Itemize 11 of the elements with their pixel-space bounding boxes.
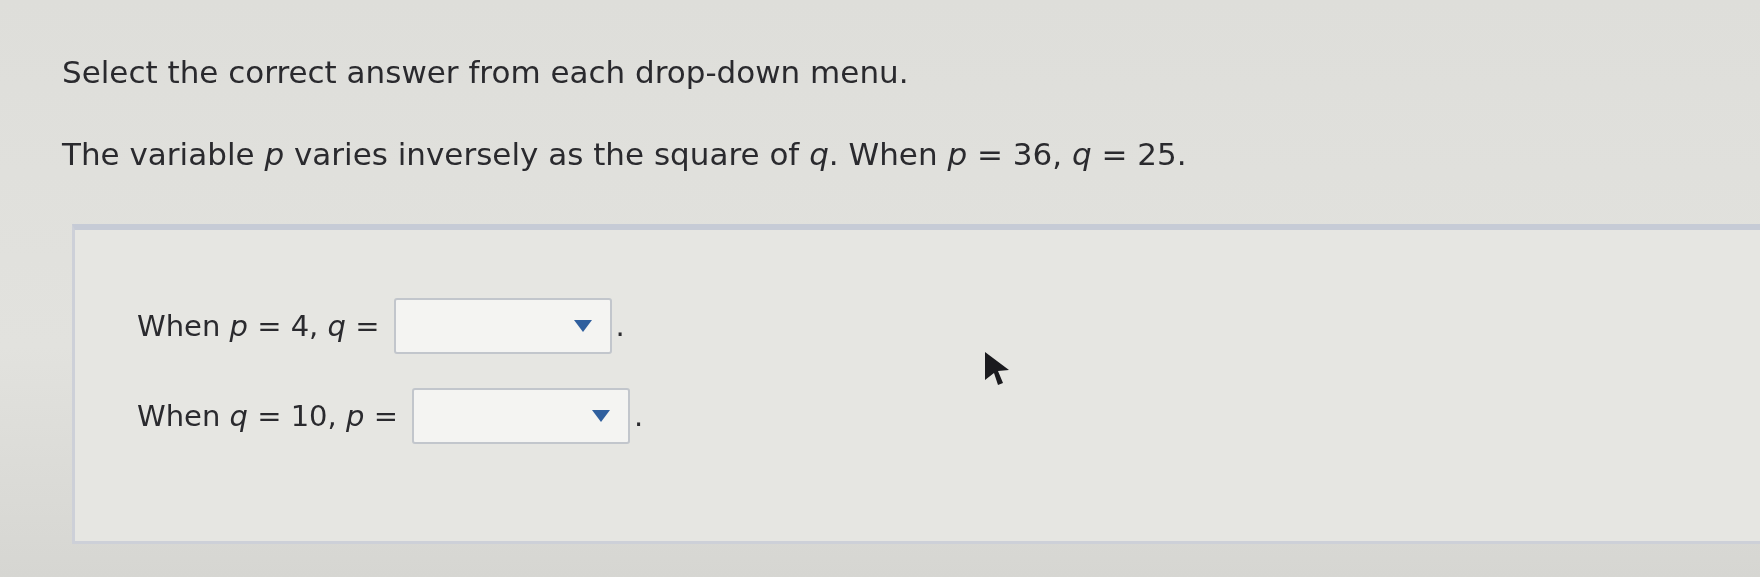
- answer-prompt: When p = 4, q =: [137, 309, 380, 343]
- caret-icon: [591, 410, 610, 422]
- caret-icon: [573, 320, 592, 332]
- question-text: The variable p varies inversely as the square of q. When p = 36, q = 25.: [62, 135, 1188, 174]
- answer-prompt: When q = 10, p =: [137, 399, 398, 433]
- cursor-icon: [983, 350, 1011, 386]
- answer-dropdown[interactable]: [393, 298, 612, 354]
- period-text: .: [615, 309, 625, 343]
- answer-dropdown[interactable]: [411, 388, 630, 444]
- instruction-text: Select the correct answer from each drop-down menu.: [62, 53, 910, 92]
- period-text: .: [633, 399, 644, 433]
